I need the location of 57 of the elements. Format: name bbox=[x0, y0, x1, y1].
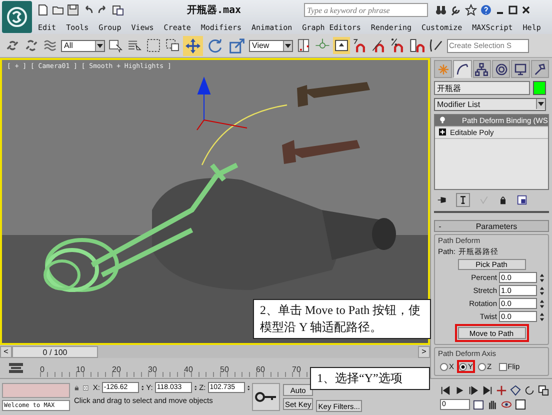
eye-icon[interactable] bbox=[501, 398, 512, 410]
spinner-snap-icon[interactable] bbox=[409, 37, 426, 54]
spinner-arrows-icon[interactable] bbox=[539, 298, 545, 308]
parameters-rollout-header[interactable]: - Parameters bbox=[434, 220, 549, 232]
next-frame-button[interactable]: > bbox=[418, 346, 430, 358]
next-key-icon[interactable] bbox=[468, 384, 479, 396]
open-folder-icon[interactable] bbox=[52, 4, 64, 16]
frame-tick-label: 0 bbox=[40, 364, 46, 376]
select-object-icon[interactable] bbox=[107, 37, 124, 54]
frame-tick-label: 10 bbox=[76, 364, 86, 376]
annotation-callout: 1、选择“Y”选项 bbox=[310, 367, 430, 390]
light-bulb-icon[interactable] bbox=[439, 116, 446, 124]
app-logo-icon[interactable] bbox=[2, 1, 32, 33]
expand-plus-icon[interactable] bbox=[439, 128, 446, 136]
binoculars-icon[interactable] bbox=[435, 4, 448, 16]
close-icon[interactable] bbox=[521, 5, 532, 15]
new-file-icon[interactable] bbox=[37, 4, 49, 16]
selection-filter-dropdown[interactable]: All bbox=[61, 40, 105, 52]
previous-frame-button[interactable]: < bbox=[0, 346, 12, 358]
scale-tool-icon[interactable] bbox=[227, 36, 247, 56]
frame-tick-label: 50 bbox=[220, 364, 230, 376]
object-color-swatch[interactable] bbox=[533, 81, 546, 95]
unlink-icon[interactable] bbox=[23, 37, 40, 54]
key-icon[interactable] bbox=[252, 383, 280, 411]
annotation-callout: 2、单击 Move to Path 按钮，使模型沿 Y 轴适配路径。 bbox=[253, 299, 431, 339]
help-icon[interactable] bbox=[480, 4, 492, 16]
window-title: 开瓶器.max bbox=[187, 4, 242, 17]
object-name-field[interactable]: 开瓶器 bbox=[434, 81, 530, 95]
curve-editor-icon[interactable] bbox=[6, 361, 26, 375]
wave-icon[interactable] bbox=[42, 37, 59, 54]
frame-tick-label: 60 bbox=[256, 364, 266, 376]
spinner-arrows-icon[interactable] bbox=[539, 272, 545, 282]
modifier-list-dropdown[interactable]: Modifier List bbox=[434, 98, 546, 111]
go-to-end-icon[interactable] bbox=[482, 384, 493, 396]
play-icon[interactable] bbox=[454, 384, 465, 396]
maximize-icon[interactable] bbox=[508, 5, 518, 15]
rotate-view-icon[interactable] bbox=[524, 384, 535, 396]
lock-icon[interactable] bbox=[74, 382, 80, 392]
go-to-start-icon[interactable] bbox=[440, 384, 451, 396]
reference-coordinate-dropdown[interactable]: View bbox=[249, 40, 293, 52]
spinner-arrows-icon[interactable] bbox=[539, 312, 545, 322]
zoom-extents-icon[interactable] bbox=[538, 384, 549, 396]
wrench-icon[interactable] bbox=[450, 4, 462, 16]
search-field[interactable]: Type a keyword or phrase bbox=[304, 3, 428, 17]
window-crossing-icon[interactable] bbox=[164, 37, 181, 54]
frame-tick-label: 30 bbox=[148, 364, 158, 376]
time-slider-thumb[interactable]: 0 / 100 bbox=[12, 346, 98, 358]
move-tool-icon[interactable] bbox=[183, 36, 203, 56]
frame-tick-label: 20 bbox=[112, 364, 122, 376]
maxscript-listener-field[interactable] bbox=[2, 383, 70, 398]
spinner-arrows-icon[interactable] bbox=[539, 286, 545, 296]
star-icon[interactable] bbox=[465, 4, 478, 16]
frame-tick-label: 70 bbox=[292, 364, 302, 376]
save-icon[interactable] bbox=[67, 4, 79, 16]
rectangle-selection-icon[interactable] bbox=[145, 37, 162, 54]
frame-tick-label: 40 bbox=[184, 364, 194, 376]
pin-stack-icon[interactable] bbox=[437, 195, 447, 205]
